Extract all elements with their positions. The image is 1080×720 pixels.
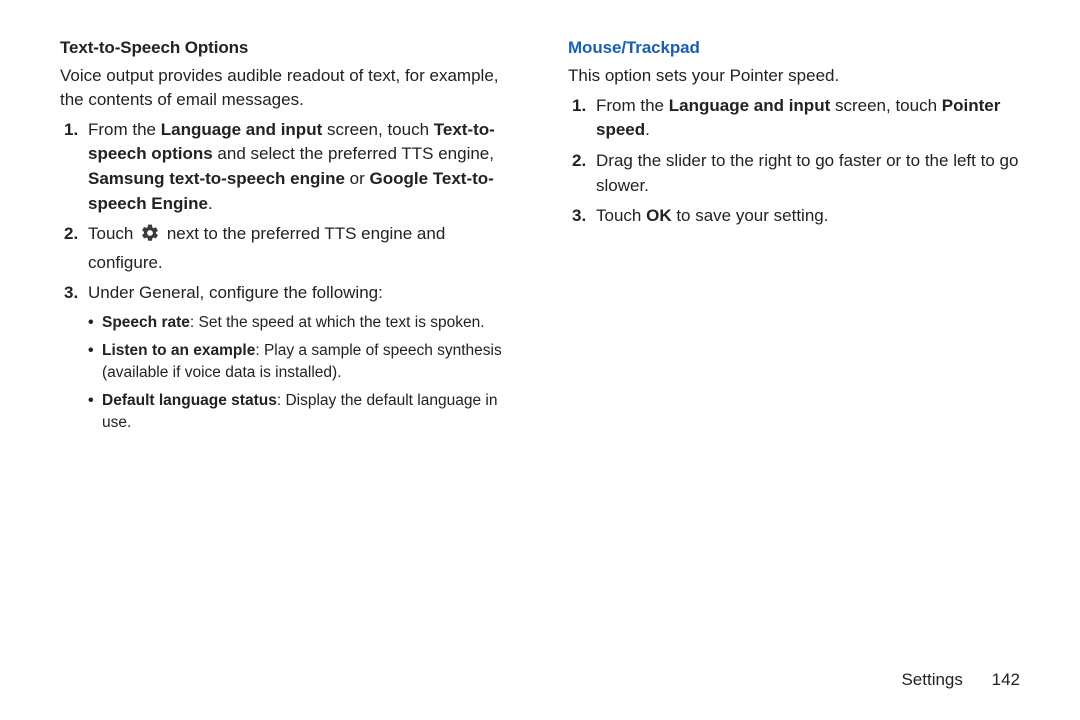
step-item: From the Language and input screen, touc… <box>596 94 1020 143</box>
step-item: Touch OK to save your setting. <box>596 204 1020 229</box>
page-footer: Settings 142 <box>901 670 1020 690</box>
footer-page-number: 142 <box>992 670 1020 689</box>
footer-section: Settings <box>901 670 962 689</box>
mouse-intro: This option sets your Pointer speed. <box>568 64 1020 88</box>
step-item: Touch next to the preferred TTS engine a… <box>88 222 512 275</box>
tts-steps-list: From the Language and input screen, touc… <box>60 118 512 434</box>
mouse-heading: Mouse/Trackpad <box>568 38 1020 58</box>
step-item: Drag the slider to the right to go faste… <box>596 149 1020 198</box>
bullet-item: Listen to an example: Play a sample of s… <box>102 340 512 384</box>
gear-icon <box>140 223 160 251</box>
tts-intro: Voice output provides audible readout of… <box>60 64 512 112</box>
content-columns: Text-to-Speech Options Voice output prov… <box>60 38 1020 434</box>
step-item: From the Language and input screen, touc… <box>88 118 512 217</box>
right-column: Mouse/Trackpad This option sets your Poi… <box>568 38 1020 434</box>
mouse-steps-list: From the Language and input screen, touc… <box>568 94 1020 229</box>
bullet-item: Speech rate: Set the speed at which the … <box>102 312 512 334</box>
bullet-list: Speech rate: Set the speed at which the … <box>88 312 512 434</box>
step-item: Under General, configure the following:S… <box>88 281 512 434</box>
bullet-item: Default language status: Display the def… <box>102 390 512 434</box>
left-column: Text-to-Speech Options Voice output prov… <box>60 38 512 434</box>
tts-heading: Text-to-Speech Options <box>60 38 512 58</box>
